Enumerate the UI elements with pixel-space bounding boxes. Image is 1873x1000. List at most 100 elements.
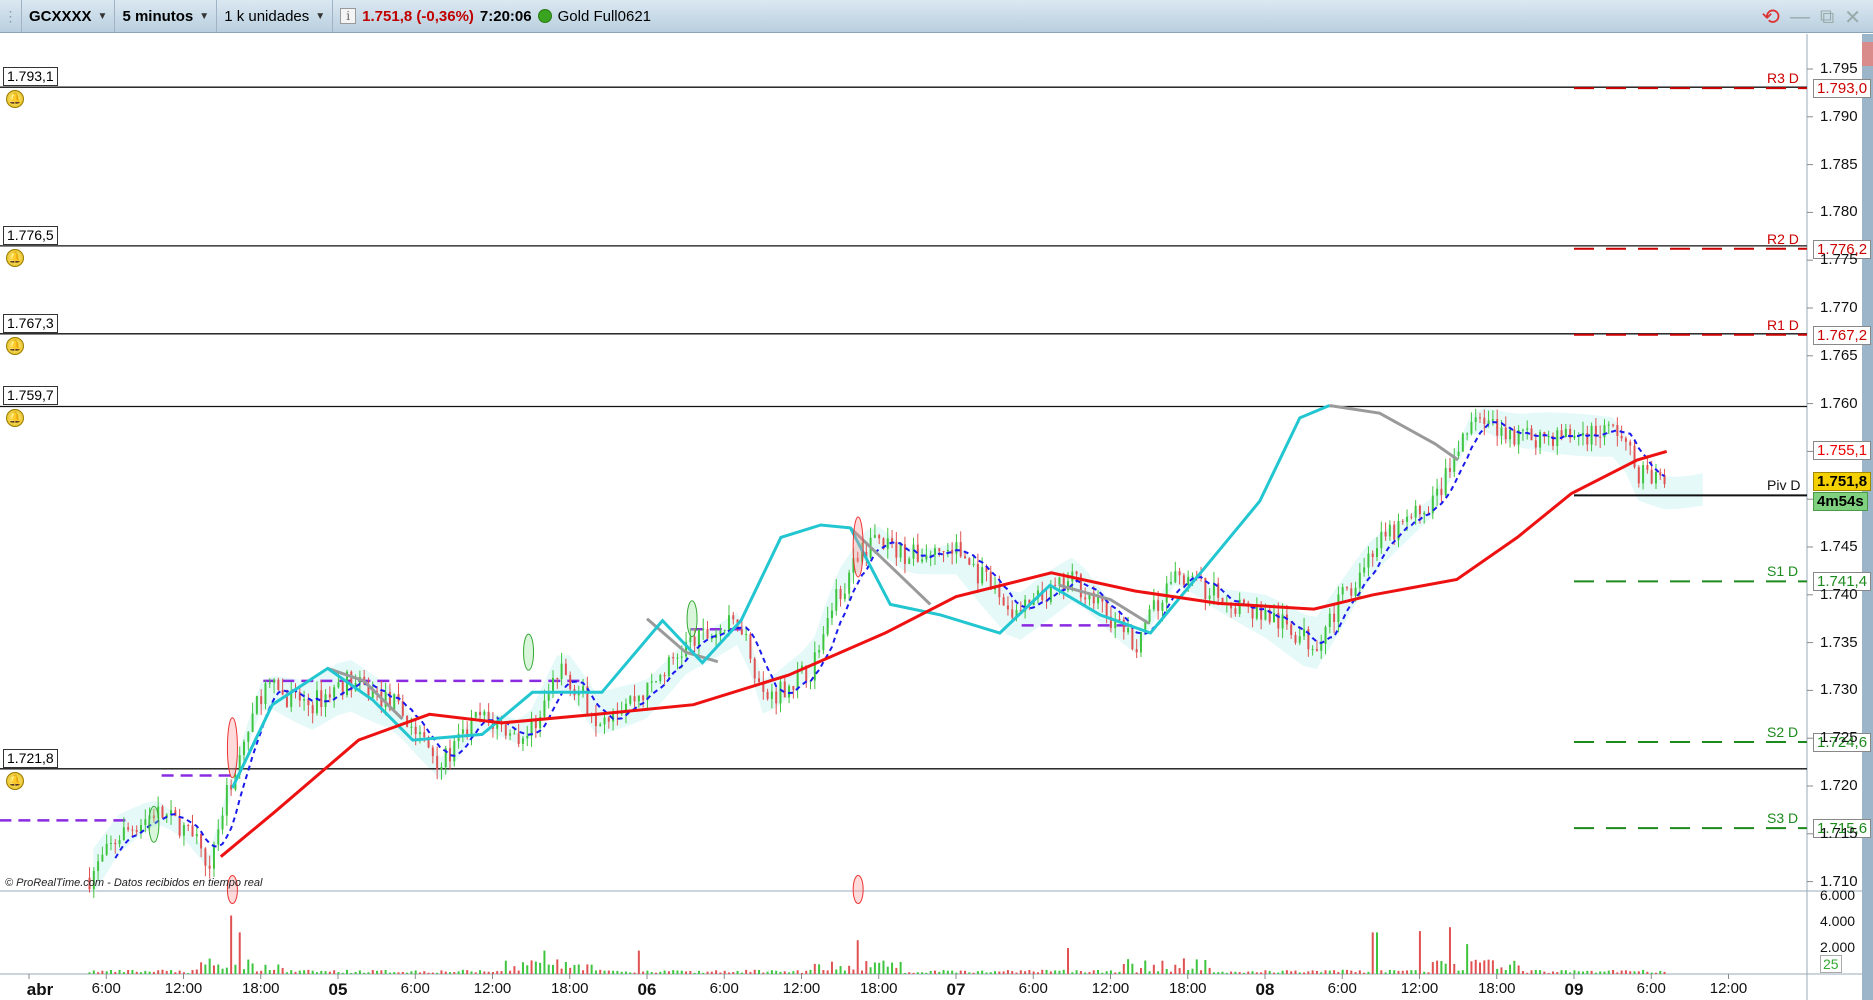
volume-bar (564, 961, 567, 974)
volume-bar (1380, 970, 1383, 974)
timeframe-selector[interactable]: 5 minutos ▼ (115, 0, 218, 32)
volume-bar (1006, 970, 1009, 974)
candle (178, 816, 181, 836)
volume-bar (234, 964, 237, 974)
candle (1320, 643, 1323, 651)
alert-level-label[interactable]: 1.793,1 (3, 67, 58, 87)
sync-refresh-icon[interactable]: ⟲ (1762, 4, 1780, 30)
volume-bar (1599, 971, 1602, 974)
volume-bar (749, 971, 752, 974)
alert-bell-icon[interactable]: 🔔 (6, 336, 24, 355)
volume-bar (290, 970, 293, 974)
volume-bar (783, 971, 786, 974)
candle (1324, 627, 1327, 644)
volume-bar (1268, 971, 1271, 974)
time-axis-label: 6:00 (1018, 980, 1048, 997)
volume-bar (1011, 971, 1014, 974)
candle (1457, 451, 1460, 457)
candle (1148, 609, 1151, 622)
candle (822, 634, 825, 651)
volume-bar (230, 915, 233, 974)
time-axis-label: 18:00 (241, 980, 280, 997)
volume-bar (393, 972, 396, 974)
volume-bar (273, 969, 276, 974)
volume-bar (140, 972, 143, 974)
alert-level-label[interactable]: 1.767,3 (3, 313, 58, 333)
volume-bar (1088, 972, 1091, 974)
volume-bar (350, 972, 353, 974)
candle (423, 732, 426, 737)
volume-bar (646, 970, 649, 974)
volume-bar (590, 964, 593, 974)
volume-bar (1397, 970, 1400, 974)
price-marker-box: 1.755,1 (1813, 441, 1872, 461)
volume-bar (1109, 970, 1112, 974)
volume-bar (1483, 960, 1486, 974)
alert-bell-icon[interactable]: 🔔 (6, 771, 24, 790)
volume-bar (1556, 972, 1559, 974)
candle (1152, 600, 1155, 610)
candle (243, 741, 246, 756)
volume-bar (753, 969, 756, 974)
volume-bar (1127, 959, 1130, 974)
candle (779, 681, 782, 704)
time-axis-label: 08 (1255, 980, 1275, 999)
candle (1311, 649, 1314, 651)
info-icon[interactable]: i (340, 8, 357, 24)
volume-bar (1582, 971, 1585, 974)
alert-level-label[interactable]: 1.776,5 (3, 225, 58, 245)
price-axis-label: 1.770 (1820, 299, 1858, 316)
volume-bar (1376, 932, 1379, 974)
candle (886, 538, 889, 549)
volume-bar (1637, 971, 1640, 974)
candle (1423, 512, 1426, 515)
volume-bar (981, 970, 984, 974)
alert-level-label[interactable]: 1.721,8 (3, 748, 58, 768)
volume-bar (856, 940, 859, 974)
pivot-label: S3 D (1767, 810, 1799, 827)
candle (1328, 613, 1331, 628)
candle (1182, 575, 1185, 585)
candle (753, 658, 756, 679)
candle (702, 629, 705, 631)
symbol-selector[interactable]: GCXXXX ▼ (22, 0, 116, 32)
vertical-scrollbar[interactable] (1862, 34, 1873, 1000)
minimize-button[interactable]: — (1790, 6, 1810, 29)
time-axis-label: 12:00 (1400, 980, 1439, 997)
volume-bar (298, 970, 301, 974)
volume-bar (998, 971, 1001, 974)
close-button[interactable]: ✕ (1844, 5, 1861, 30)
volume-signal-marker (852, 875, 864, 904)
candle (672, 657, 675, 659)
feed-name: Gold Full0621 (557, 7, 652, 25)
candle (1260, 605, 1263, 620)
candle (783, 681, 786, 698)
drag-handle-icon[interactable]: ⋮ (0, 0, 22, 32)
units-selector[interactable]: 1 k unidades ▼ (217, 0, 334, 32)
scrollbar-thumb[interactable] (1862, 42, 1873, 66)
volume-bar (217, 964, 220, 974)
candle (676, 657, 679, 659)
price-axis-label: 1.740 (1820, 585, 1858, 603)
candle (1526, 428, 1529, 430)
volume-bar (994, 971, 997, 974)
volume-bar (157, 970, 160, 974)
volume-bar (620, 971, 623, 974)
volume-bar (1024, 971, 1027, 974)
restore-button[interactable]: ⧉ (1820, 6, 1834, 29)
candle (775, 691, 778, 704)
volume-bar (1174, 964, 1177, 974)
price-axis-label: 1.735 (1820, 633, 1858, 651)
volume-bar (444, 971, 447, 974)
price-axis-label: 1.790 (1820, 107, 1858, 125)
alert-bell-icon[interactable]: 🔔 (6, 248, 24, 267)
volume-bar (1371, 932, 1374, 974)
candle (1564, 428, 1567, 437)
volume-bar (848, 965, 851, 974)
alert-level-label[interactable]: 1.759,7 (3, 386, 58, 406)
price-chart[interactable] (0, 34, 1862, 1000)
volume-bar (1049, 971, 1052, 974)
price-axis-label: 1.745 (1820, 538, 1858, 555)
volume-bar (719, 972, 722, 974)
volume-bar (144, 970, 147, 974)
